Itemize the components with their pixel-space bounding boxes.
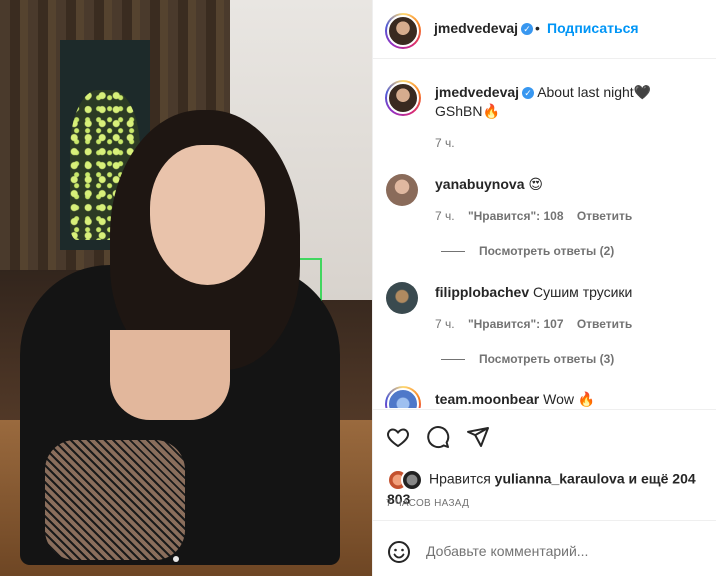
comment-username[interactable]: filipplobachev xyxy=(435,284,529,300)
add-comment-input[interactable]: Добавьте комментарий... xyxy=(426,543,588,559)
replies-divider xyxy=(441,251,465,253)
post-actions: Нравится yulianna_karaulova и ещё 204 80… xyxy=(373,409,716,520)
comments-list[interactable]: jmedvedevaj ✓ About last night🖤 GShBN🔥 7 … xyxy=(373,59,716,408)
replies-divider xyxy=(441,359,465,361)
comment-likes[interactable]: "Нравится": 108 xyxy=(468,209,564,223)
caption-avatar[interactable] xyxy=(385,80,421,116)
comment-username[interactable]: yanabuynova xyxy=(435,176,524,192)
add-comment-bar: Добавьте комментарий... xyxy=(373,520,716,577)
header-separator: • xyxy=(535,20,540,36)
verified-icon: ✓ xyxy=(522,87,535,100)
comment-time[interactable]: 7 ч. xyxy=(435,209,455,223)
comment-text: Wow 🔥 xyxy=(543,391,596,407)
heart-icon[interactable] xyxy=(386,425,410,449)
comment: filipplobachev Сушим трусики xyxy=(435,284,632,300)
carousel-dot xyxy=(173,556,179,562)
follow-button[interactable]: Подписаться xyxy=(547,20,639,36)
comment-time[interactable]: 7 ч. xyxy=(435,317,455,331)
comment-meta: 7 ч. "Нравится": 107 Ответить xyxy=(435,317,632,331)
post-side-panel: jmedvedevaj ✓ • Подписаться jmedvedevaj ✓ … xyxy=(372,0,716,576)
author-avatar[interactable] xyxy=(385,13,421,49)
post-header: jmedvedevaj ✓ • Подписаться xyxy=(373,0,716,59)
caption-text-2: GShBN🔥 xyxy=(435,103,500,119)
photo-neckline xyxy=(110,330,230,420)
caption-time[interactable]: 7 ч. xyxy=(435,136,455,150)
verified-icon: ✓ xyxy=(521,23,534,36)
reply-button[interactable]: Ответить xyxy=(577,209,632,223)
post-photo[interactable] xyxy=(0,0,372,576)
caption-text: About last night🖤 xyxy=(537,84,652,100)
comment-username[interactable]: team.moonbear xyxy=(435,391,539,407)
caption-username[interactable]: jmedvedevaj xyxy=(435,84,519,100)
comment-icon[interactable] xyxy=(426,425,450,449)
post-time-ago[interactable]: 7 ЧАСОВ НАЗАД xyxy=(386,498,469,509)
liked-by-user[interactable]: yulianna_karaulova xyxy=(495,471,625,487)
comment-meta: 7 ч. "Нравится": 108 Ответить xyxy=(435,209,632,223)
reply-button[interactable]: Ответить xyxy=(577,317,632,331)
photo-face xyxy=(150,145,265,285)
liked-by-prefix: Нравится xyxy=(429,470,495,487)
comment-text: 😍 xyxy=(528,176,543,192)
emoji-icon[interactable] xyxy=(387,540,411,564)
comment-avatar[interactable] xyxy=(386,282,418,314)
comment-text: Сушим трусики xyxy=(533,284,633,300)
comment: team.moonbear Wow 🔥 xyxy=(435,391,595,408)
comment-avatar[interactable] xyxy=(386,174,418,206)
photo-lace-glove xyxy=(45,440,185,560)
share-icon[interactable] xyxy=(466,425,490,449)
caption: jmedvedevaj ✓ About last night🖤 xyxy=(435,84,705,101)
comment: yanabuynova 😍 xyxy=(435,176,543,193)
comment-likes[interactable]: "Нравится": 107 xyxy=(468,317,564,331)
view-replies-button[interactable]: Посмотреть ответы (3) xyxy=(441,352,614,366)
author-username[interactable]: jmedvedevaj ✓ xyxy=(434,20,534,36)
liker-avatar[interactable] xyxy=(401,469,423,491)
view-replies-button[interactable]: Посмотреть ответы (2) xyxy=(441,244,614,258)
comment-avatar[interactable] xyxy=(385,386,421,408)
